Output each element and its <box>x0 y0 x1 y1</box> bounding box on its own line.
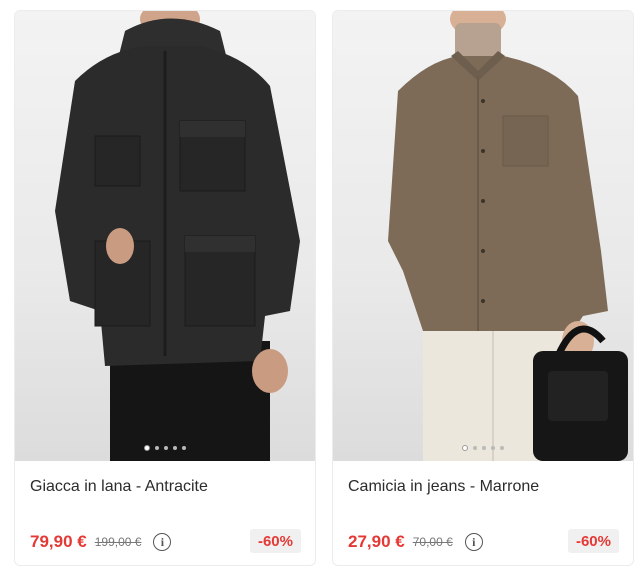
price-row: 79,90 € 199,00 € i <box>30 529 172 555</box>
sale-price: 79,90 € <box>30 532 87 551</box>
product-title[interactable]: Giacca in lana - Antracite <box>30 478 305 496</box>
carousel-dot[interactable] <box>491 446 495 450</box>
product-image[interactable] <box>333 11 633 461</box>
carousel-dot[interactable] <box>173 446 177 450</box>
carousel-dot[interactable] <box>482 446 486 450</box>
carousel-dot[interactable] <box>144 445 150 451</box>
product-photo-shirt <box>388 11 628 461</box>
original-price: 70,00 € <box>412 535 453 549</box>
sale-price: 27,90 € <box>348 532 405 551</box>
carousel-dot[interactable] <box>182 446 186 450</box>
carousel-dot[interactable] <box>462 445 468 451</box>
carousel-dots[interactable] <box>333 445 633 451</box>
product-title[interactable]: Camicia in jeans - Marrone <box>348 478 623 496</box>
original-price: 199,00 € <box>94 535 142 549</box>
product-image[interactable] <box>15 11 315 461</box>
product-card[interactable]: Camicia in jeans - Marrone 27,90 € 70,00… <box>332 10 634 566</box>
carousel-dot[interactable] <box>500 446 504 450</box>
product-photo-jacket <box>55 11 300 461</box>
product-card[interactable]: Giacca in lana - Antracite 79,90 € 199,0… <box>14 10 316 566</box>
carousel-dot[interactable] <box>155 446 159 450</box>
carousel-dots[interactable] <box>15 445 315 451</box>
info-icon[interactable]: i <box>153 533 172 551</box>
info-icon[interactable]: i <box>464 533 483 551</box>
discount-badge: -60% <box>249 529 301 553</box>
carousel-dot[interactable] <box>164 446 168 450</box>
carousel-dot[interactable] <box>473 446 477 450</box>
price-row: 27,90 € 70,00 € i <box>348 529 483 555</box>
discount-badge: -60% <box>567 529 619 553</box>
